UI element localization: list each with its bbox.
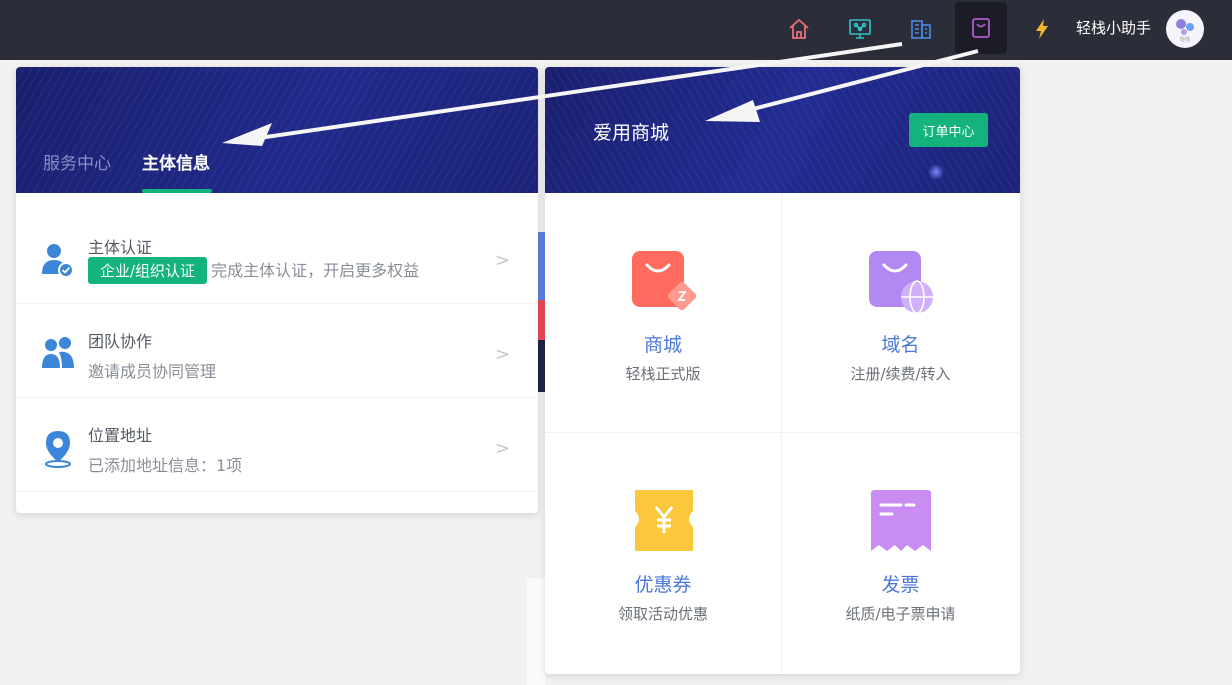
chevron-right-icon: > xyxy=(494,438,510,459)
decorative-glow xyxy=(928,164,944,180)
monitor-network-icon[interactable] xyxy=(841,10,879,48)
user-name[interactable]: 轻栈小助手 xyxy=(1076,17,1151,38)
item-title: 发票 xyxy=(881,574,920,596)
tab-entity-info[interactable]: 主体信息 xyxy=(142,149,210,174)
item-title: 优惠券 xyxy=(634,574,692,596)
mall-title: 爱用商城 xyxy=(593,122,670,144)
mall-item-shop[interactable]: 商城 轻栈正式版 xyxy=(545,193,782,433)
mall-item-coupon[interactable]: 优惠券 领取活动优惠 xyxy=(545,433,782,673)
item-subtitle: 纸质/电子票申请 xyxy=(845,605,956,623)
row-description: 已添加地址信息：1项 xyxy=(88,456,243,475)
mall-item-domain[interactable]: 域名 注册/续费/转入 xyxy=(782,193,1019,433)
coupon-icon xyxy=(635,490,693,551)
invoice-icon xyxy=(871,490,931,551)
row-description-line: 企业/组织认证 完成主体认证，开启更多权益 xyxy=(88,257,419,284)
item-subtitle: 轻栈正式版 xyxy=(625,365,701,383)
svg-text:轻栈: 轻栈 xyxy=(1180,36,1190,43)
team-icon xyxy=(42,337,74,368)
row-title: 位置地址 xyxy=(88,426,153,445)
mall-header-banner: 爱用商城 订单中心 xyxy=(545,67,1020,193)
building-icon[interactable] xyxy=(902,10,940,48)
background-card-fragment xyxy=(527,578,545,685)
panel-header-banner: 服务中心 主体信息 xyxy=(16,67,538,193)
mall-item-invoice[interactable]: 发票 纸质/电子票申请 xyxy=(782,433,1019,673)
home-icon[interactable] xyxy=(780,10,818,48)
item-subtitle: 注册/续费/转入 xyxy=(850,365,951,383)
chevron-right-icon: > xyxy=(494,344,510,365)
row-description: 完成主体认证，开启更多权益 xyxy=(211,261,420,280)
location-pin-icon xyxy=(45,431,71,468)
shop-bag-icon xyxy=(632,251,697,311)
tab-service-center[interactable]: 服务中心 xyxy=(43,149,111,174)
order-center-button[interactable]: 订单中心 xyxy=(909,113,988,147)
row-title: 团队协作 xyxy=(88,332,153,351)
row-description: 邀请成员协同管理 xyxy=(88,362,217,381)
item-subtitle: 领取活动优惠 xyxy=(617,605,708,623)
avatar[interactable]: 轻栈 xyxy=(1166,10,1204,48)
domain-globe-icon xyxy=(869,251,933,314)
top-navigation-bar: 轻栈小助手 轻栈 xyxy=(0,0,1232,60)
item-title: 商城 xyxy=(643,334,682,356)
list-item-team-collaboration[interactable]: 团队协作 邀请成员协同管理 > xyxy=(16,304,538,398)
list-item-location-address[interactable]: 位置地址 已添加地址信息：1项 > xyxy=(16,398,538,492)
active-tab-indicator xyxy=(142,189,212,193)
mall-panel: 爱用商城 订单中心 商城 轻栈正式版 域名 注册/续费/转入 优惠券 领取活动优… xyxy=(545,67,1020,674)
row-title: 主体认证 xyxy=(88,238,153,257)
verification-type-button[interactable]: 企业/组织认证 xyxy=(88,257,208,284)
shopping-bag-icon[interactable] xyxy=(955,2,1007,54)
item-title: 域名 xyxy=(881,334,920,356)
chevron-right-icon: > xyxy=(494,250,510,271)
account-info-panel: 服务中心 主体信息 主体认证 企业/组织认证 完成主体认证，开启更多权益 > 团队… xyxy=(16,67,538,513)
user-verified-icon xyxy=(42,244,74,278)
list-item-entity-verification[interactable]: 主体认证 企业/组织认证 完成主体认证，开启更多权益 > xyxy=(16,210,538,304)
lightning-icon[interactable] xyxy=(1023,10,1061,48)
